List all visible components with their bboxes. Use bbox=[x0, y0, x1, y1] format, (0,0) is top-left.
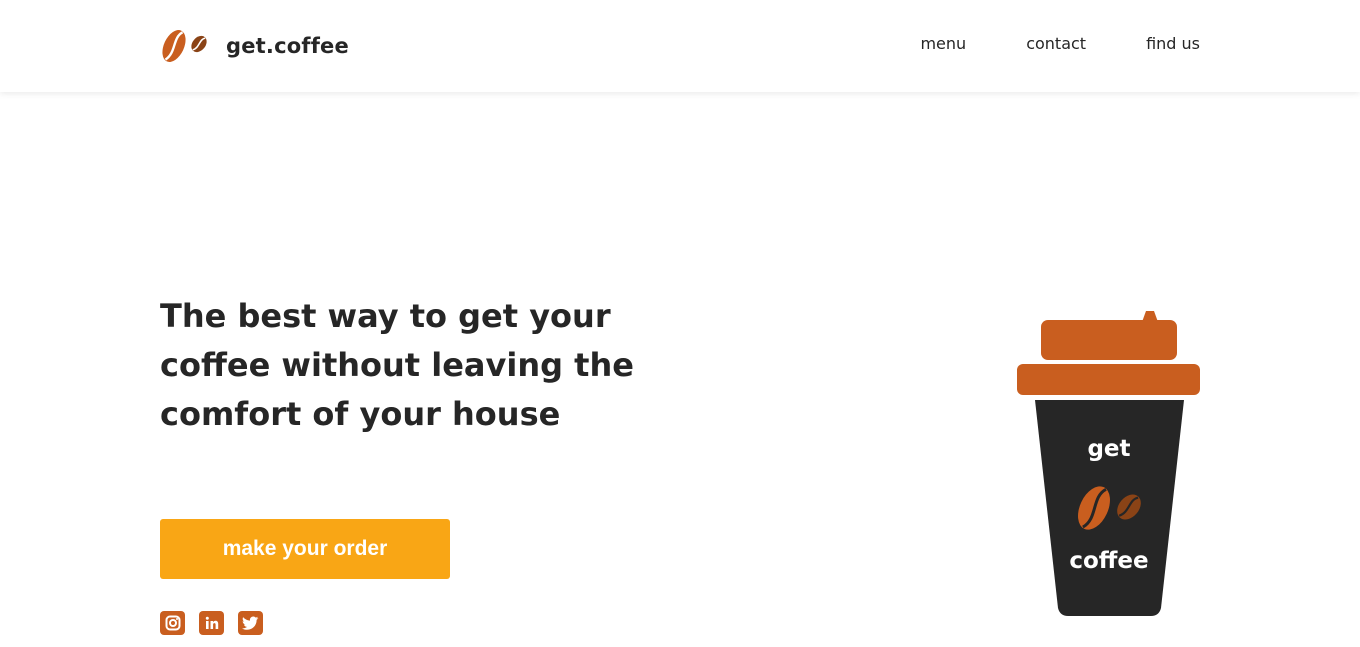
nav-find-us[interactable]: find us bbox=[1146, 34, 1200, 53]
main-nav: menu contact find us bbox=[920, 34, 1200, 53]
nav-contact[interactable]: contact bbox=[1026, 34, 1086, 53]
cup-text-get: get bbox=[1087, 436, 1131, 462]
instagram-icon[interactable] bbox=[160, 611, 185, 635]
site-header: get.coffee menu contact find us bbox=[0, 0, 1360, 92]
linkedin-icon[interactable] bbox=[199, 611, 224, 635]
social-links bbox=[160, 611, 263, 635]
cup-text-coffee: coffee bbox=[1069, 548, 1149, 574]
twitter-icon[interactable] bbox=[238, 611, 263, 635]
coffee-cup-illustration: get coffee bbox=[1016, 308, 1202, 618]
coffee-beans-icon bbox=[162, 30, 207, 62]
hero-headline: The best way to get your coffee without … bbox=[160, 297, 634, 433]
nav-menu[interactable]: menu bbox=[920, 34, 966, 53]
logo[interactable]: get.coffee bbox=[160, 26, 349, 66]
make-order-button[interactable]: make your order bbox=[160, 519, 450, 579]
brand-name: get.coffee bbox=[226, 34, 349, 58]
